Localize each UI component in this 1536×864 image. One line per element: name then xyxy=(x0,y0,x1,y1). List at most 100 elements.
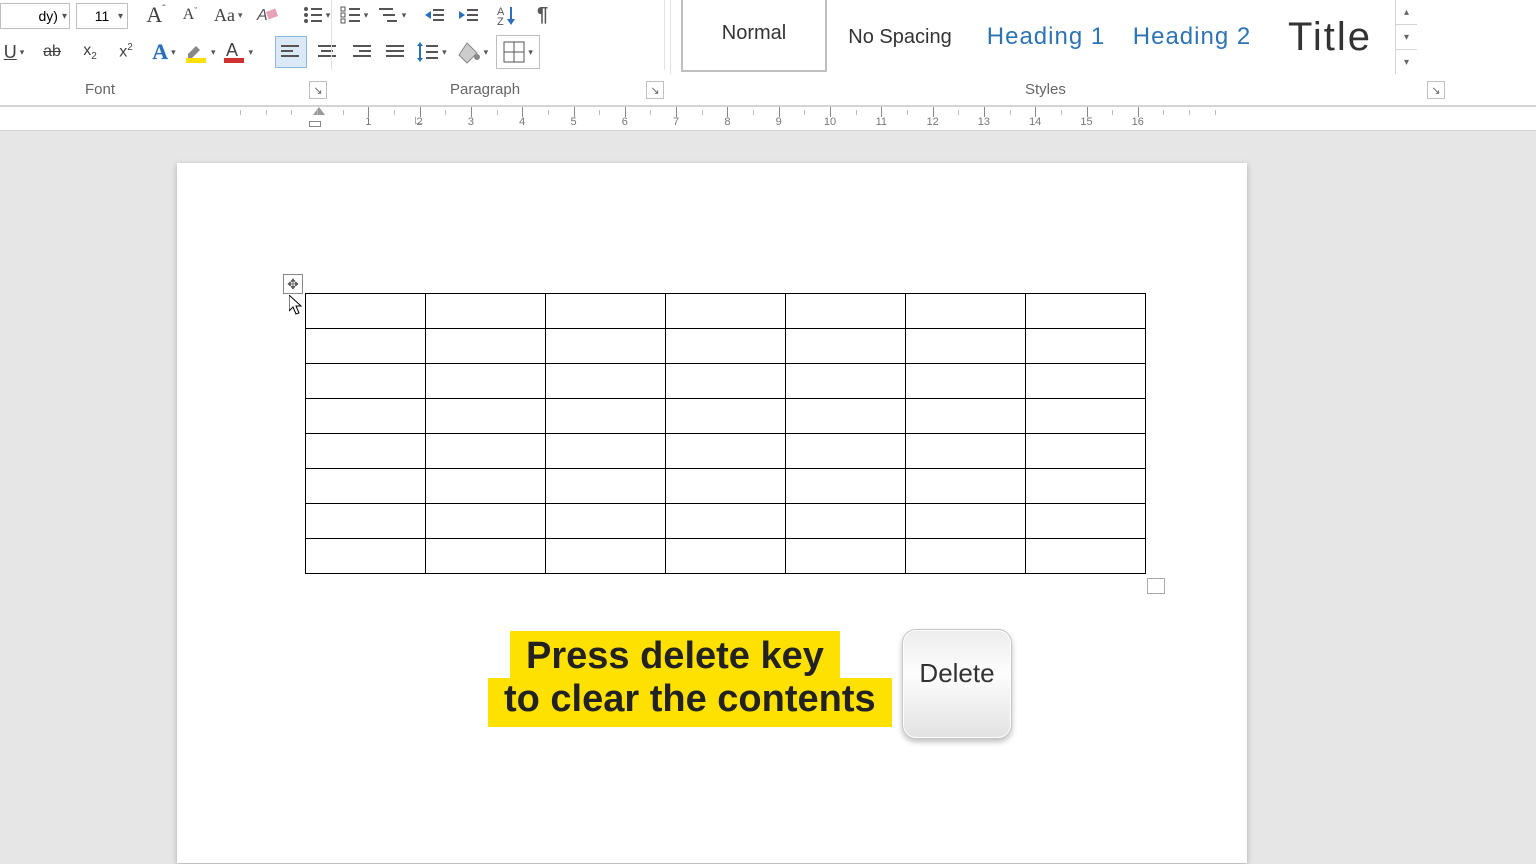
table-row[interactable] xyxy=(306,329,1146,364)
styles-dialog-launcher[interactable]: ↘ xyxy=(1427,81,1445,99)
table-cell[interactable] xyxy=(426,399,546,434)
decrease-indent-button[interactable] xyxy=(421,1,449,29)
document-page[interactable]: ✥ Press delete key to clear the contents… xyxy=(177,163,1247,863)
underline-button[interactable]: U ▾ xyxy=(0,38,28,66)
table-cell[interactable] xyxy=(546,329,666,364)
table-cell[interactable] xyxy=(1026,294,1146,329)
table-row[interactable] xyxy=(306,364,1146,399)
highlight-button[interactable]: ▾ xyxy=(184,38,216,66)
font-name-combo[interactable]: dy) ▾ xyxy=(0,3,70,29)
clear-formatting-button[interactable]: A xyxy=(253,1,281,29)
grow-font-button[interactable]: A ˆ xyxy=(142,1,170,29)
table-cell[interactable] xyxy=(786,504,906,539)
table-cell[interactable] xyxy=(1026,469,1146,504)
table-cell[interactable] xyxy=(1026,364,1146,399)
table-cell[interactable] xyxy=(666,469,786,504)
table-row[interactable] xyxy=(306,504,1146,539)
table-cell[interactable] xyxy=(426,539,546,574)
numbering-button[interactable]: ▾ xyxy=(341,1,369,29)
table-cell[interactable] xyxy=(786,364,906,399)
table-cell[interactable] xyxy=(666,294,786,329)
table-cell[interactable] xyxy=(666,539,786,574)
gallery-up-button[interactable]: ▴ xyxy=(1396,0,1417,25)
table-cell[interactable] xyxy=(786,399,906,434)
font-size-combo[interactable]: 11 ▾ xyxy=(76,3,128,29)
table-cell[interactable] xyxy=(1026,329,1146,364)
horizontal-ruler[interactable]: ∟ // minor ticks rendered later 12345678… xyxy=(0,107,1536,131)
table-cell[interactable] xyxy=(306,469,426,504)
table-move-handle[interactable]: ✥ xyxy=(283,274,303,294)
table-cell[interactable] xyxy=(786,539,906,574)
justify-button[interactable] xyxy=(381,38,409,66)
table-cell[interactable] xyxy=(426,469,546,504)
table-cell[interactable] xyxy=(666,434,786,469)
strikethrough-button[interactable]: ab xyxy=(38,38,66,66)
table-cell[interactable] xyxy=(786,469,906,504)
align-left-button[interactable] xyxy=(275,36,307,68)
table-cell[interactable] xyxy=(1026,399,1146,434)
table-cell[interactable] xyxy=(306,504,426,539)
table-cell[interactable] xyxy=(546,504,666,539)
table-cell[interactable] xyxy=(546,294,666,329)
line-spacing-button[interactable]: ▾ xyxy=(417,38,447,66)
table-cell[interactable] xyxy=(546,539,666,574)
table-row[interactable] xyxy=(306,399,1146,434)
table-row[interactable] xyxy=(306,434,1146,469)
table-cell[interactable] xyxy=(666,364,786,399)
table-cell[interactable] xyxy=(426,364,546,399)
table-cell[interactable] xyxy=(546,399,666,434)
table-cell[interactable] xyxy=(666,504,786,539)
table-cell[interactable] xyxy=(426,329,546,364)
increase-indent-button[interactable] xyxy=(455,1,483,29)
table-cell[interactable] xyxy=(306,539,426,574)
bullets-button[interactable]: ▾ xyxy=(303,1,331,29)
table-cell[interactable] xyxy=(666,329,786,364)
table-cell[interactable] xyxy=(906,364,1026,399)
paragraph-dialog-launcher[interactable]: ↘ xyxy=(646,81,664,99)
align-center-button[interactable] xyxy=(313,38,341,66)
table-cell[interactable] xyxy=(786,294,906,329)
table-cell[interactable] xyxy=(906,329,1026,364)
table-cell[interactable] xyxy=(1026,504,1146,539)
first-line-indent-marker[interactable] xyxy=(313,107,325,115)
table-row[interactable] xyxy=(306,469,1146,504)
shrink-font-button[interactable]: A ˇ xyxy=(176,1,204,29)
table-row[interactable] xyxy=(306,539,1146,574)
table-cell[interactable] xyxy=(306,329,426,364)
table-cell[interactable] xyxy=(306,364,426,399)
font-dialog-launcher[interactable]: ↘ xyxy=(309,81,327,99)
table-cell[interactable] xyxy=(546,469,666,504)
superscript-button[interactable]: x2 xyxy=(112,38,140,66)
change-case-button[interactable]: Aa ▾ xyxy=(214,1,243,29)
table-cell[interactable] xyxy=(1026,434,1146,469)
shading-button[interactable]: ▾ xyxy=(459,38,489,66)
table-cell[interactable] xyxy=(906,399,1026,434)
table-cell[interactable] xyxy=(906,539,1026,574)
table-cell[interactable] xyxy=(786,434,906,469)
multilevel-list-button[interactable]: ▾ xyxy=(379,1,407,29)
table-row[interactable] xyxy=(306,294,1146,329)
table-cell[interactable] xyxy=(426,434,546,469)
table-cell[interactable] xyxy=(906,434,1026,469)
table-resize-handle[interactable] xyxy=(1147,578,1165,594)
table-cell[interactable] xyxy=(906,469,1026,504)
table-cell[interactable] xyxy=(666,399,786,434)
table-cell[interactable] xyxy=(1026,539,1146,574)
align-right-button[interactable] xyxy=(347,38,375,66)
table-cell[interactable] xyxy=(906,294,1026,329)
table-cell[interactable] xyxy=(306,294,426,329)
table-cell[interactable] xyxy=(426,504,546,539)
table-cell[interactable] xyxy=(786,329,906,364)
table-cell[interactable] xyxy=(426,294,546,329)
document-table[interactable] xyxy=(305,293,1146,574)
table-cell[interactable] xyxy=(546,364,666,399)
left-indent-marker[interactable] xyxy=(309,121,321,127)
show-hide-marks-button[interactable]: ¶ xyxy=(529,1,557,29)
table-cell[interactable] xyxy=(306,399,426,434)
borders-button[interactable]: ▾ xyxy=(496,35,540,69)
text-effects-button[interactable]: A ▾ xyxy=(150,38,178,66)
sort-button[interactable]: A Z xyxy=(493,1,521,29)
table-cell[interactable] xyxy=(306,434,426,469)
font-color-button[interactable]: A ▾ xyxy=(222,38,254,66)
table-cell[interactable] xyxy=(906,504,1026,539)
